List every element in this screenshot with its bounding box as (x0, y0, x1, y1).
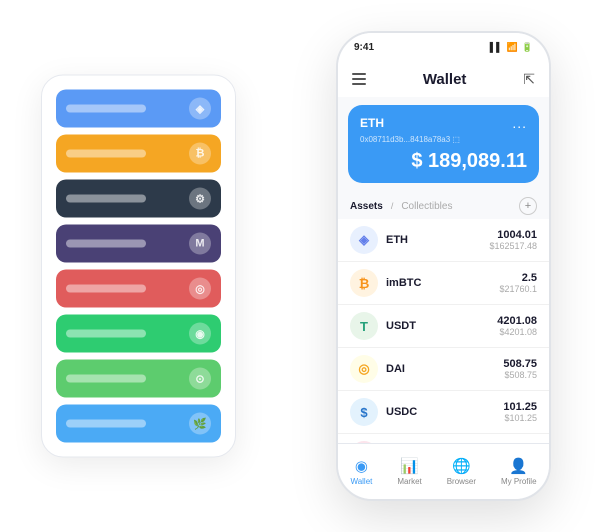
asset-usd: $508.75 (503, 370, 537, 380)
asset-name-eth: ETH (386, 234, 489, 246)
asset-usd: $21760.1 (499, 284, 537, 294)
asset-row[interactable]: ◈ ETH 1004.01 $162517.48 (338, 219, 549, 262)
card-item[interactable]: ◎ (56, 270, 221, 308)
card-stack: ◈ ₿ ⚙ M ◎ ◉ ⊙ 🌿 (41, 75, 236, 458)
eth-balance: $ 189,089.11 (360, 150, 527, 173)
nav-icon-browser: 🌐 (452, 457, 471, 475)
asset-icon-usdt: T (350, 312, 378, 340)
asset-usd: $162517.48 (489, 241, 537, 251)
wifi-icon: 📶 (507, 42, 518, 53)
phone-content[interactable]: ETH ... 0x08711d3b...8418a78a3 ⬚ $ 189,0… (338, 97, 549, 499)
asset-list: ◈ ETH 1004.01 $162517.48 ₿ imBTC 2.5 $21… (338, 219, 549, 477)
assets-header: Assets / Collectibles + (338, 191, 549, 219)
page-title: Wallet (423, 71, 467, 88)
card-item[interactable]: ⊙ (56, 360, 221, 398)
card-item[interactable]: ₿ (56, 135, 221, 173)
asset-name-usdt: USDT (386, 320, 497, 332)
asset-amount: 2.5 (499, 272, 537, 284)
phone-header: Wallet ⇱ (338, 61, 549, 97)
card-item[interactable]: ◉ (56, 315, 221, 353)
nav-label-browser: Browser (447, 477, 476, 486)
assets-tab-active[interactable]: Assets (350, 201, 383, 212)
signal-icon: ▌▌ (490, 42, 503, 52)
nav-item-my-profile[interactable]: 👤 My Profile (501, 457, 537, 486)
status-time: 9:41 (354, 42, 374, 53)
asset-icon-dai: ◎ (350, 355, 378, 383)
asset-values-imbtc: 2.5 $21760.1 (499, 272, 537, 294)
asset-amount: 1004.01 (489, 229, 537, 241)
nav-label-market: Market (397, 477, 421, 486)
card-item[interactable]: M (56, 225, 221, 263)
eth-card-top: ETH ... (360, 115, 527, 131)
asset-icon-usdc: $ (350, 398, 378, 426)
expand-icon[interactable]: ⇱ (523, 71, 535, 88)
eth-address: 0x08711d3b...8418a78a3 ⬚ (360, 135, 527, 144)
asset-name-dai: DAI (386, 363, 503, 375)
assets-tabs: Assets / Collectibles (350, 201, 452, 212)
nav-item-market[interactable]: 📊 Market (397, 457, 421, 486)
card-item[interactable]: ◈ (56, 90, 221, 128)
asset-icon-imbtc: ₿ (350, 269, 378, 297)
eth-card-label: ETH (360, 116, 384, 130)
asset-usd: $101.25 (503, 413, 537, 423)
nav-item-wallet[interactable]: ◉ Wallet (350, 457, 372, 486)
asset-name-imbtc: imBTC (386, 277, 499, 289)
asset-values-dai: 508.75 $508.75 (503, 358, 537, 380)
nav-icon-wallet: ◉ (355, 457, 368, 475)
card-item[interactable]: 🌿 (56, 405, 221, 443)
nav-icon-market: 📊 (400, 457, 419, 475)
nav-item-browser[interactable]: 🌐 Browser (447, 457, 476, 486)
card-item[interactable]: ⚙ (56, 180, 221, 218)
phone-mockup: 9:41 ▌▌ 📶 🔋 Wallet ⇱ ETH ... 0x0 (336, 31, 551, 501)
asset-amount: 4201.08 (497, 315, 537, 327)
assets-tab-inactive[interactable]: Collectibles (401, 201, 452, 212)
asset-amount: 101.25 (503, 401, 537, 413)
nav-icon-my-profile: 👤 (509, 457, 528, 475)
asset-row[interactable]: ₿ imBTC 2.5 $21760.1 (338, 262, 549, 305)
asset-row[interactable]: $ USDC 101.25 $101.25 (338, 391, 549, 434)
asset-row[interactable]: T USDT 4201.08 $4201.08 (338, 305, 549, 348)
asset-usd: $4201.08 (497, 327, 537, 337)
eth-card-menu[interactable]: ... (512, 115, 527, 131)
asset-amount: 508.75 (503, 358, 537, 370)
asset-values-eth: 1004.01 $162517.48 (489, 229, 537, 251)
battery-icon: 🔋 (522, 42, 533, 53)
asset-icon-eth: ◈ (350, 226, 378, 254)
assets-tab-sep: / (391, 201, 394, 211)
bottom-nav: ◉ Wallet 📊 Market 🌐 Browser 👤 My Profile (338, 443, 549, 499)
status-icons: ▌▌ 📶 🔋 (490, 42, 533, 53)
asset-row[interactable]: ◎ DAI 508.75 $508.75 (338, 348, 549, 391)
nav-label-wallet: Wallet (350, 477, 372, 486)
asset-values-usdc: 101.25 $101.25 (503, 401, 537, 423)
nav-label-my-profile: My Profile (501, 477, 537, 486)
asset-name-usdc: USDC (386, 406, 503, 418)
asset-values-usdt: 4201.08 $4201.08 (497, 315, 537, 337)
status-bar: 9:41 ▌▌ 📶 🔋 (338, 33, 549, 61)
add-asset-button[interactable]: + (519, 197, 537, 215)
eth-card[interactable]: ETH ... 0x08711d3b...8418a78a3 ⬚ $ 189,0… (348, 105, 539, 183)
scene: ◈ ₿ ⚙ M ◎ ◉ ⊙ 🌿 9:41 ▌▌ 📶 🔋 Wallet ⇱ ETH (21, 16, 581, 516)
menu-icon[interactable] (352, 73, 366, 85)
